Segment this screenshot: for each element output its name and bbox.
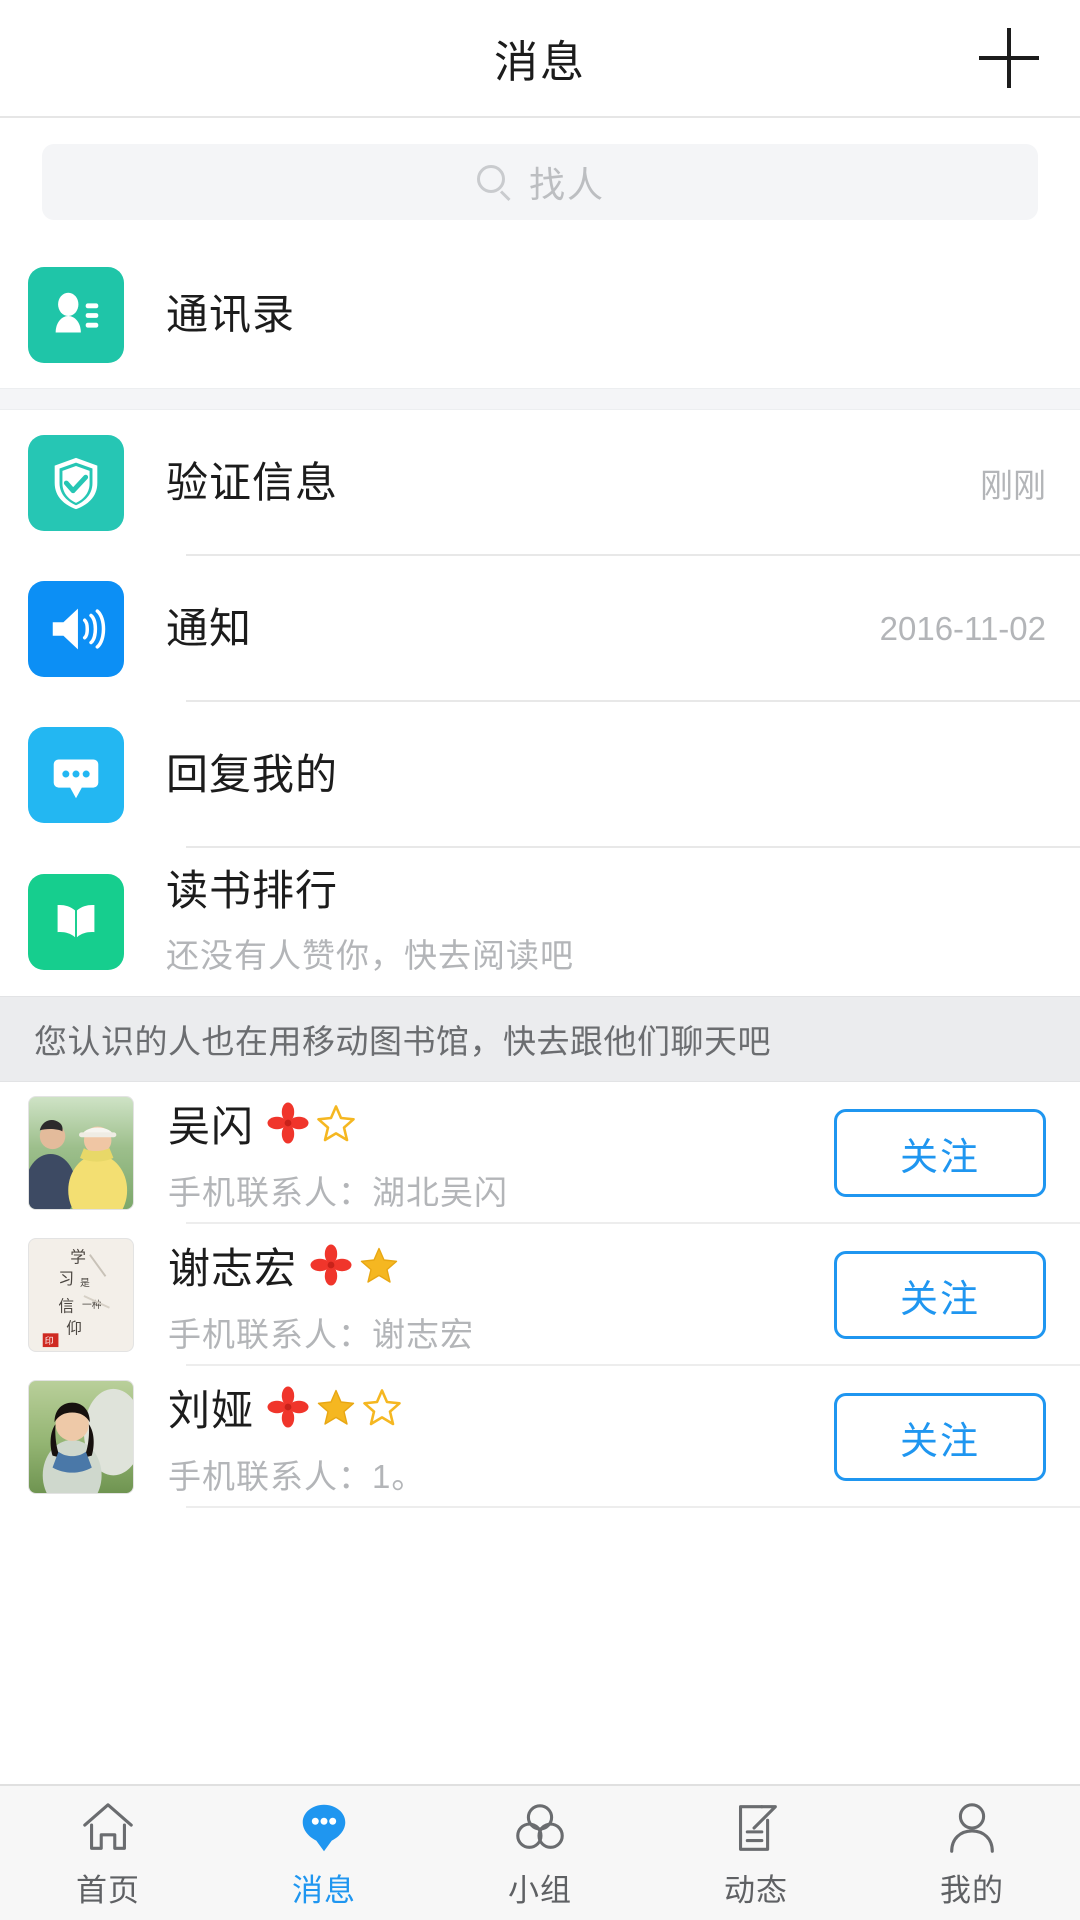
shield-check-icon xyxy=(28,435,124,531)
row-replies[interactable]: 回复我的 xyxy=(0,702,1080,848)
tab-messages[interactable]: 消息 xyxy=(216,1786,432,1920)
follow-button[interactable]: 关注 xyxy=(834,1251,1046,1339)
people-list: 吴闪 手机联系人：湖北吴闪 关注 学 习 是 信 一种 仰 印 谢志宏 手机联系… xyxy=(0,1082,1080,1508)
search-icon xyxy=(475,163,513,202)
address-book-icon xyxy=(28,267,124,363)
person-icon xyxy=(943,1797,1001,1859)
open-book-icon xyxy=(28,874,124,970)
svg-text:是: 是 xyxy=(80,1277,90,1289)
list-item-name: 谢志宏 xyxy=(168,1244,298,1292)
row-address-book-body: 通讯录 xyxy=(166,291,1046,339)
list-item-subtitle: 手机联系人：1。 xyxy=(168,1457,426,1495)
list-item-name-line: 谢志宏 xyxy=(168,1235,834,1296)
row-verification-time: 刚刚 xyxy=(980,467,1046,504)
list-item[interactable]: 刘娅 手机联系人：1。 关注 xyxy=(0,1366,1080,1508)
tab-home-label: 首页 xyxy=(76,1872,140,1908)
row-reading-rank[interactable]: 读书排行 还没有人赞你，快去阅读吧 xyxy=(0,848,1080,996)
recommend-banner: 您认识的人也在用移动图书馆，快去跟他们聊天吧 xyxy=(0,996,1080,1082)
home-icon xyxy=(79,1797,137,1859)
star-outline-icon xyxy=(317,1105,355,1142)
list-item-body: 谢志宏 手机联系人：谢志宏 xyxy=(168,1235,834,1356)
star-filled-icon xyxy=(360,1247,398,1283)
follow-button[interactable]: 关注 xyxy=(834,1109,1046,1197)
tab-activity[interactable]: 动态 xyxy=(648,1786,864,1920)
row-replies-label: 回复我的 xyxy=(166,750,339,798)
add-button[interactable] xyxy=(974,23,1044,93)
list-item-subtitle: 手机联系人：谢志宏 xyxy=(168,1315,474,1353)
row-separator xyxy=(186,1506,1080,1508)
speaker-icon xyxy=(28,581,124,677)
list-scroll-remainder[interactable] xyxy=(0,1508,1080,1784)
star-filled-icon xyxy=(317,1389,355,1425)
group-circles-icon xyxy=(511,1797,569,1859)
badge-group xyxy=(266,1385,402,1429)
row-verification-label: 验证信息 xyxy=(166,458,339,506)
messages-screen: 消息 找人 通讯录 验证信息 刚刚 通知 2016-11-02 回复我的 读书排… xyxy=(0,0,1080,1920)
svg-text:信: 信 xyxy=(58,1297,74,1316)
page-title: 消息 xyxy=(494,38,586,87)
tab-profile-label: 我的 xyxy=(940,1872,1004,1908)
list-item-body: 吴闪 手机联系人：湖北吴闪 xyxy=(168,1093,834,1214)
badge-group xyxy=(266,1101,356,1145)
row-reading-rank-label: 读书排行 xyxy=(166,866,339,914)
svg-text:仰: 仰 xyxy=(66,1318,82,1337)
row-address-book-label: 通讯录 xyxy=(166,290,296,338)
svg-text:习: 习 xyxy=(58,1269,74,1288)
svg-text:印: 印 xyxy=(45,1335,54,1347)
tab-groups-label: 小组 xyxy=(508,1872,572,1908)
search-section: 找人 xyxy=(0,118,1080,242)
row-notification[interactable]: 通知 2016-11-02 xyxy=(0,556,1080,702)
row-address-book[interactable]: 通讯录 xyxy=(0,242,1080,388)
badge-group xyxy=(309,1243,399,1287)
svg-text:学: 学 xyxy=(70,1248,86,1267)
list-item-body: 刘娅 手机联系人：1。 xyxy=(168,1377,834,1498)
recommend-banner-text: 您认识的人也在用移动图书馆，快去跟他们聊天吧 xyxy=(34,1023,771,1060)
flower-badge-icon xyxy=(310,1244,352,1286)
edit-note-icon xyxy=(727,1797,785,1859)
list-item-name: 刘娅 xyxy=(168,1386,255,1434)
tab-activity-label: 动态 xyxy=(724,1872,788,1908)
follow-button[interactable]: 关注 xyxy=(834,1393,1046,1481)
list-item-name-line: 吴闪 xyxy=(168,1093,834,1154)
flower-badge-icon xyxy=(267,1386,309,1428)
tab-home[interactable]: 首页 xyxy=(0,1786,216,1920)
row-verification[interactable]: 验证信息 刚刚 xyxy=(0,410,1080,556)
list-item[interactable]: 吴闪 手机联系人：湖北吴闪 关注 xyxy=(0,1082,1080,1224)
list-item-name-line: 刘娅 xyxy=(168,1377,834,1438)
row-reading-rank-body: 读书排行 还没有人赞你，快去阅读吧 xyxy=(166,867,1026,977)
avatar xyxy=(28,1380,134,1494)
search-placeholder: 找人 xyxy=(528,164,605,205)
plus-icon-vertical xyxy=(1007,28,1011,88)
avatar xyxy=(28,1096,134,1210)
section-divider xyxy=(0,388,1080,410)
row-replies-body: 回复我的 xyxy=(166,751,1026,799)
app-header: 消息 xyxy=(0,0,1080,118)
row-verification-body: 验证信息 xyxy=(166,459,960,507)
contacts-section: 通讯录 xyxy=(0,242,1080,388)
tab-profile[interactable]: 我的 xyxy=(864,1786,1080,1920)
search-input[interactable]: 找人 xyxy=(42,144,1038,220)
row-notification-body: 通知 xyxy=(166,605,860,653)
list-item-name: 吴闪 xyxy=(168,1102,255,1150)
tab-messages-label: 消息 xyxy=(292,1872,356,1908)
list-item[interactable]: 学 习 是 信 一种 仰 印 谢志宏 手机联系人：谢志宏 关注 xyxy=(0,1224,1080,1366)
tab-groups[interactable]: 小组 xyxy=(432,1786,648,1920)
message-list: 验证信息 刚刚 通知 2016-11-02 回复我的 读书排行 还没有人赞你，快… xyxy=(0,410,1080,996)
row-notification-time: 2016-11-02 xyxy=(879,610,1046,647)
row-reading-rank-subtitle: 还没有人赞你，快去阅读吧 xyxy=(166,937,574,975)
avatar: 学 习 是 信 一种 仰 印 xyxy=(28,1238,134,1352)
comment-bubble-icon xyxy=(28,727,124,823)
star-outline-icon xyxy=(363,1389,401,1426)
row-notification-label: 通知 xyxy=(166,604,253,652)
flower-badge-icon xyxy=(267,1102,309,1144)
list-item-subtitle: 手机联系人：湖北吴闪 xyxy=(168,1173,508,1211)
bottom-tab-bar: 首页 消息 小组 动态 我的 xyxy=(0,1784,1080,1920)
message-bubble-icon xyxy=(295,1797,353,1859)
